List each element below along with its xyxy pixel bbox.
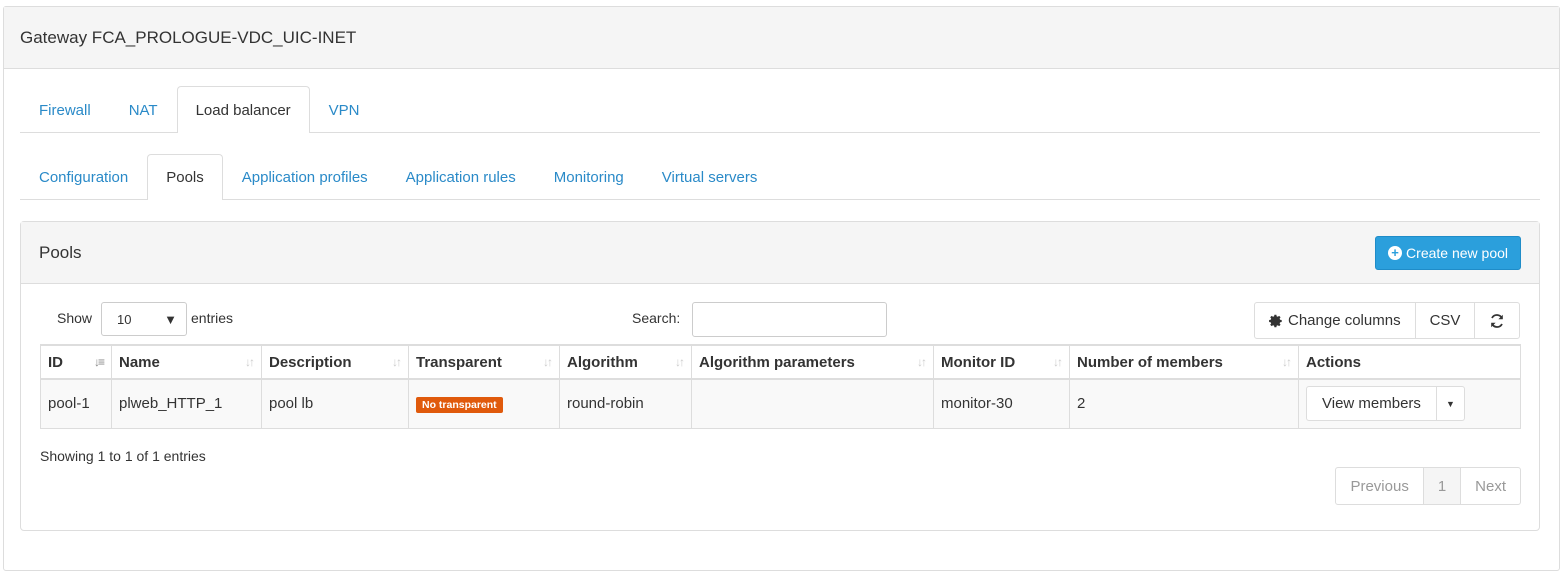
- tab-configuration[interactable]: Configuration: [20, 154, 147, 200]
- plus-circle-icon: +: [1388, 245, 1403, 260]
- entries-length-value: 10: [117, 311, 132, 327]
- table-info: Showing 1 to 1 of 1 entries: [40, 448, 206, 464]
- caret-down-icon[interactable]: ▼: [1436, 386, 1465, 422]
- table-row: pool-1 plweb_HTTP_1 pool lb No transpare…: [40, 378, 1521, 429]
- previous-page-button[interactable]: Previous: [1335, 467, 1424, 505]
- pools-title: Pools: [39, 242, 82, 262]
- tab-pools[interactable]: Pools: [147, 154, 223, 200]
- pools-panel: Pools + Create new pool Show 10 ▼ entrie…: [20, 221, 1540, 531]
- create-new-pool-button[interactable]: + Create new pool: [1375, 235, 1521, 270]
- cell-id: pool-1: [40, 378, 112, 429]
- col-id[interactable]: ID ↓≡: [40, 344, 112, 380]
- entries-length-select[interactable]: 10 ▼: [101, 302, 187, 336]
- sort-icon: ↓↑: [1282, 355, 1292, 369]
- sort-icon: ↓↑: [543, 355, 553, 369]
- sort-icon: ↓↑: [917, 355, 927, 369]
- table-header-row: ID ↓≡ Name ↓↑ Description ↓↑ Transparent ↓↑ …: [40, 344, 1521, 380]
- cell-name: plweb_HTTP_1: [111, 378, 262, 429]
- table-controls: Show 10 ▼ entries Search: Change columns…: [21, 284, 1539, 344]
- cell-actions: View members ▼: [1298, 378, 1521, 429]
- col-number-of-members[interactable]: Number of members ↓↑: [1069, 344, 1299, 380]
- sort-icon: ↓↑: [1053, 355, 1063, 369]
- main-tabs: Firewall NAT Load balancer VPN: [20, 86, 1540, 133]
- refresh-icon: [1491, 313, 1504, 328]
- pagination: Previous 1 Next: [1335, 467, 1521, 505]
- gear-icon: [1269, 314, 1282, 327]
- cell-monitor-id: monitor-30: [933, 378, 1070, 429]
- show-label: Show: [57, 310, 93, 326]
- sort-icon: ↓↑: [675, 355, 685, 369]
- tab-vpn[interactable]: VPN: [310, 86, 379, 133]
- gateway-title: Gateway FCA_PROLOGUE-VDC_UIC-INET: [4, 7, 1559, 69]
- page-1-button[interactable]: 1: [1422, 467, 1462, 505]
- col-actions: Actions: [1298, 344, 1521, 380]
- cell-algorithm-parameters: [691, 378, 934, 429]
- cell-description: pool lb: [261, 378, 409, 429]
- col-name[interactable]: Name ↓↑: [111, 344, 262, 380]
- change-columns-button[interactable]: Change columns: [1254, 302, 1416, 339]
- tab-load-balancer[interactable]: Load balancer: [176, 86, 310, 133]
- transparent-badge: No transparent: [416, 396, 503, 413]
- col-transparent[interactable]: Transparent ↓↑: [408, 344, 560, 380]
- change-columns-label: Change columns: [1288, 312, 1401, 329]
- sort-icon: ↓↑: [245, 355, 255, 369]
- refresh-button[interactable]: [1474, 302, 1521, 339]
- search-label: Search:: [632, 310, 681, 326]
- sort-icon: ↓↑: [392, 355, 402, 369]
- next-page-button[interactable]: Next: [1460, 467, 1521, 505]
- tab-firewall[interactable]: Firewall: [20, 86, 110, 133]
- create-new-pool-label: Create new pool: [1406, 244, 1508, 261]
- tab-application-profiles[interactable]: Application profiles: [223, 154, 387, 200]
- csv-button[interactable]: CSV: [1414, 302, 1476, 339]
- tab-application-rules[interactable]: Application rules: [387, 154, 535, 200]
- cell-transparent: No transparent: [408, 378, 560, 429]
- search-input[interactable]: [692, 302, 887, 337]
- view-members-button[interactable]: View members: [1306, 386, 1437, 422]
- sort-asc-icon: ↓≡: [93, 355, 105, 369]
- cell-members: 2: [1069, 378, 1299, 429]
- cell-algorithm: round-robin: [559, 378, 692, 429]
- tab-virtual-servers[interactable]: Virtual servers: [643, 154, 777, 200]
- table-tools: Change columns CSV: [1254, 302, 1521, 339]
- dropdown-arrow-icon: ▼: [164, 311, 177, 327]
- tab-nat[interactable]: NAT: [110, 86, 177, 133]
- col-description[interactable]: Description ↓↑: [261, 344, 409, 380]
- col-algorithm[interactable]: Algorithm ↓↑: [559, 344, 692, 380]
- actions-split-button: View members ▼: [1306, 386, 1465, 422]
- entries-label: entries: [191, 310, 234, 326]
- pools-heading: Pools + Create new pool: [21, 222, 1539, 284]
- pools-table: ID ↓≡ Name ↓↑ Description ↓↑ Transparent ↓↑ …: [40, 344, 1521, 429]
- col-algorithm-parameters[interactable]: Algorithm parameters ↓↑: [691, 344, 934, 380]
- sub-tabs: Configuration Pools Application profiles…: [20, 154, 1540, 200]
- tab-monitoring[interactable]: Monitoring: [535, 154, 643, 200]
- col-monitor-id[interactable]: Monitor ID ↓↑: [933, 344, 1070, 380]
